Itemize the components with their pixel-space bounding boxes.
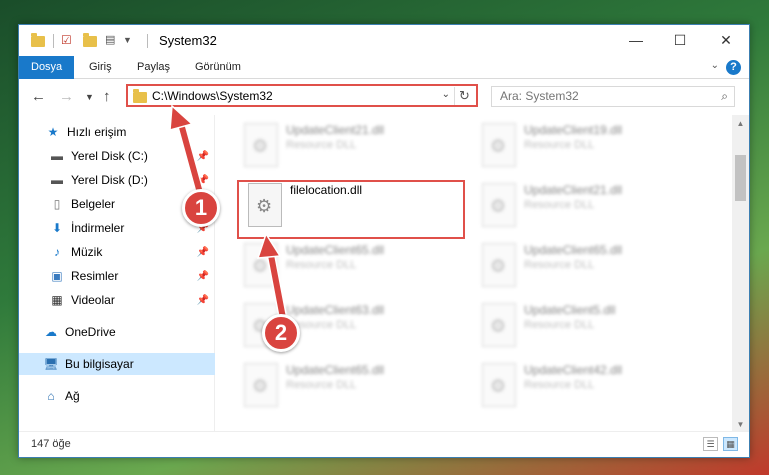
step-2-badge: 2	[262, 314, 300, 352]
annotation-arrows	[169, 104, 288, 323]
step-1-badge: 1	[182, 189, 220, 227]
